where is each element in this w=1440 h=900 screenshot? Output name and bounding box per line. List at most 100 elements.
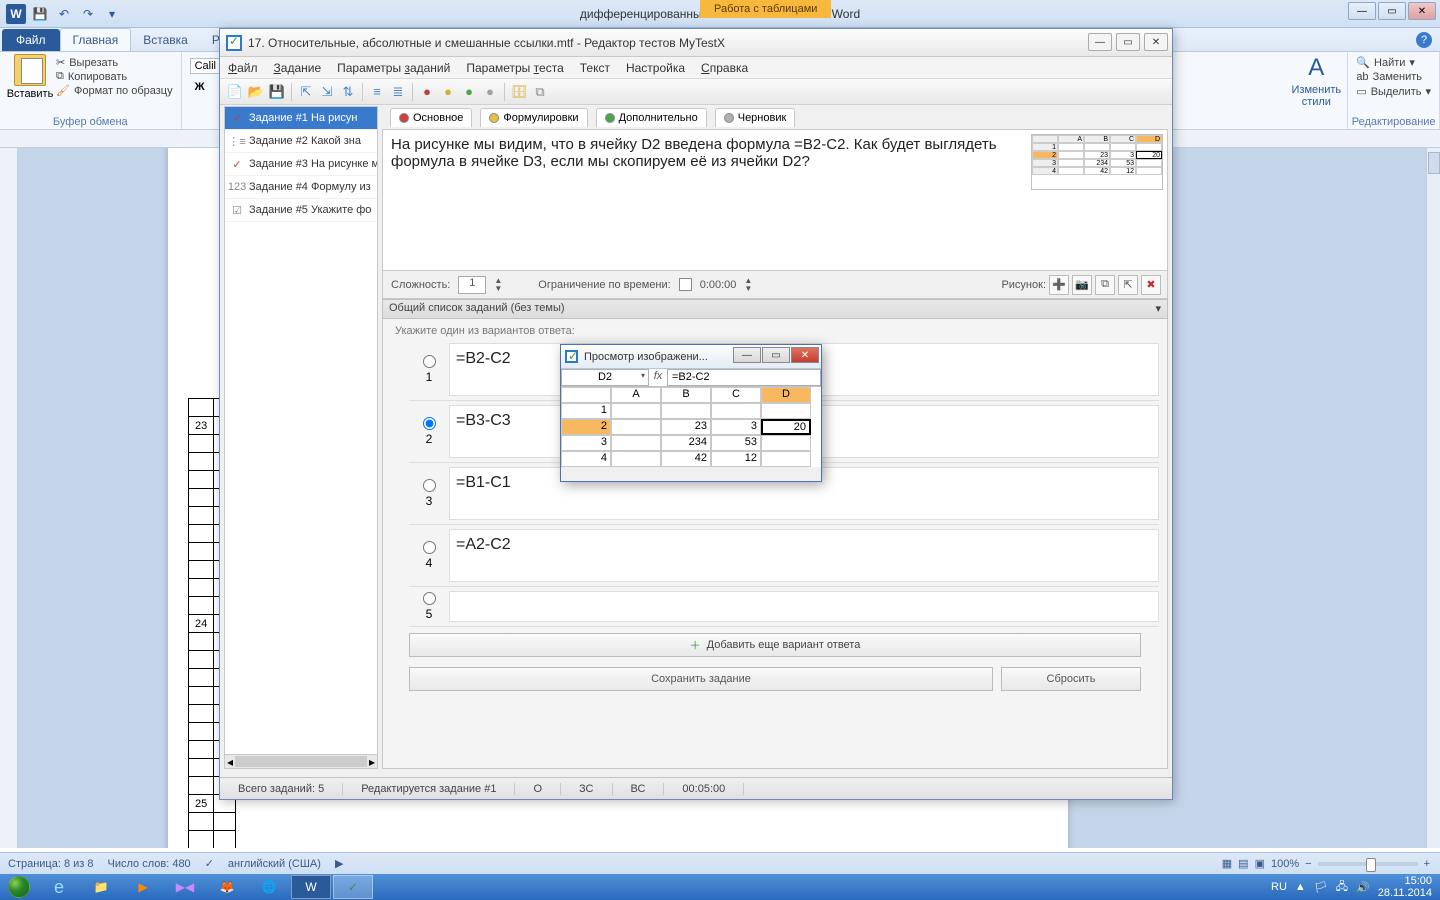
select-button[interactable]: ▭Выделить ▾ [1356, 85, 1431, 98]
qat-dropdown-icon[interactable]: ▾ [102, 4, 122, 24]
task-item-2[interactable]: ⋮≡Задание #2 Какой зна [225, 130, 377, 153]
formula-bar[interactable]: =B2-C2 [667, 369, 821, 386]
theme-selector[interactable]: Общий список заданий (без темы)▾ [382, 299, 1168, 319]
tray-lang[interactable]: RU [1271, 881, 1287, 893]
tb-tree1-icon[interactable]: ⇱ [297, 83, 315, 101]
tab-draft[interactable]: Черновик [715, 108, 796, 127]
mytestx-titlebar[interactable]: 17. Относительные, абсолютные и смешанны… [220, 29, 1172, 57]
img-copy-icon[interactable]: ⧉ [1095, 275, 1115, 295]
answer-radio-2[interactable] [423, 417, 436, 430]
task-list-scrollbar[interactable]: ◂▸ [225, 754, 377, 768]
spellcheck-icon[interactable]: ✓ [205, 857, 214, 870]
img-delete-icon[interactable]: ✖ [1141, 275, 1161, 295]
view-web-icon[interactable]: ▣ [1255, 857, 1265, 870]
tray-flag-icon[interactable]: ▲ [1295, 881, 1306, 893]
answer-radio-4[interactable] [423, 541, 436, 554]
tb-tree3-icon[interactable]: ⇅ [339, 83, 357, 101]
find-button[interactable]: 🔍Найти ▾ [1356, 56, 1431, 69]
view-print-layout-icon[interactable]: ▦ [1222, 857, 1232, 870]
page-indicator[interactable]: Страница: 8 из 8 [8, 858, 94, 870]
tray-network-icon[interactable]: 🖧 [1336, 878, 1348, 897]
img-add-icon[interactable]: ➕ [1049, 275, 1069, 295]
mtx-maximize-icon[interactable]: ▭ [1116, 33, 1140, 51]
zoom-slider[interactable] [1318, 862, 1418, 866]
tb-yellow-icon[interactable]: ● [439, 83, 457, 101]
taskbar-word-icon[interactable]: W [291, 875, 331, 899]
copy-button[interactable]: ⧉Копировать [56, 70, 173, 83]
question-thumbnail[interactable]: ABCD 1 223320 323453 44212 [1027, 130, 1167, 270]
close-icon[interactable]: ✕ [1408, 2, 1436, 20]
taskbar-explorer-icon[interactable]: 📁 [81, 875, 121, 899]
timelimit-spinner-icon[interactable]: ▲▼ [744, 277, 752, 293]
tray-clock[interactable]: 15:00 28.11.2014 [1378, 875, 1432, 899]
view-reading-icon[interactable]: ▤ [1238, 857, 1248, 870]
tab-insert[interactable]: Вставка [131, 29, 200, 51]
format-painter-button[interactable]: 🖌Формат по образцу [56, 84, 173, 97]
redo-icon[interactable]: ↷ [78, 4, 98, 24]
ruler-toggle-icon[interactable] [1428, 152, 1440, 174]
zoom-in-icon[interactable]: + [1424, 858, 1430, 870]
taskbar-media-icon[interactable]: ▶ [123, 875, 163, 899]
taskbar-ie-icon[interactable]: e [39, 875, 79, 899]
tb-db-icon[interactable]: 🗄 [510, 83, 528, 101]
tb-grey-icon[interactable]: ● [481, 83, 499, 101]
reset-button[interactable]: Сбросить [1001, 667, 1141, 691]
menu-file[interactable]: Файл [228, 61, 258, 75]
menu-test-params[interactable]: Параметры теста [466, 61, 563, 75]
cell-name-box[interactable]: D2 [561, 369, 649, 386]
tab-main[interactable]: Основное [390, 108, 472, 127]
save-task-button[interactable]: Сохранить задание [409, 667, 993, 691]
task-item-3[interactable]: ✓Задание #3 На рисунке м [225, 153, 377, 176]
tb-tree2-icon[interactable]: ⇲ [318, 83, 336, 101]
tray-volume-icon[interactable]: 🔊 [1356, 881, 1370, 894]
spreadsheet-grid[interactable]: A B C D 1 2 23 3 20 3 234 53 [561, 387, 821, 467]
minimize-icon[interactable]: — [1348, 2, 1376, 20]
img-export-icon[interactable]: ⇱ [1118, 275, 1138, 295]
question-text[interactable]: На рисунке мы видим, что в ячейку D2 вве… [383, 130, 1027, 270]
taskbar-chrome-icon[interactable]: 🌐 [249, 875, 289, 899]
vertical-ruler[interactable] [0, 148, 18, 848]
save-icon[interactable]: 💾 [30, 4, 50, 24]
tb-green-icon[interactable]: ● [460, 83, 478, 101]
answer-radio-1[interactable] [423, 355, 436, 368]
tray-action-icon[interactable]: 🏳 [1314, 881, 1328, 894]
tb-new-icon[interactable]: 📄 [226, 83, 244, 101]
tb-list1-icon[interactable]: ≡ [368, 83, 386, 101]
tb-list2-icon[interactable]: ≣ [389, 83, 407, 101]
fx-icon[interactable]: fx [649, 369, 667, 386]
tb-open-icon[interactable]: 📂 [247, 83, 265, 101]
language-indicator[interactable]: английский (США) [228, 858, 321, 870]
task-item-5[interactable]: ☑Задание #5 Укажите фо [225, 199, 377, 222]
tb-save-icon[interactable]: 💾 [268, 83, 286, 101]
add-answer-button[interactable]: ＋Добавить еще вариант ответа [409, 633, 1141, 657]
menu-help[interactable]: Справка [701, 61, 748, 75]
menu-settings[interactable]: Настройка [626, 61, 685, 75]
tb-copy-icon[interactable]: ⧉ [531, 83, 549, 101]
paste-button[interactable]: Вставить [8, 54, 52, 115]
word-count[interactable]: Число слов: 480 [108, 858, 191, 870]
zoom-level[interactable]: 100% [1271, 858, 1299, 870]
start-button[interactable] [0, 874, 38, 900]
change-styles-button[interactable]: A Изменить стили [1293, 54, 1339, 115]
menu-task[interactable]: Задание [274, 61, 322, 75]
tab-extra[interactable]: Дополнительно [596, 108, 707, 127]
preview-minimize-icon[interactable]: — [733, 347, 761, 363]
answer-text-5[interactable] [449, 591, 1159, 622]
zoom-out-icon[interactable]: − [1305, 858, 1311, 870]
taskbar-mytest-icon[interactable]: ✓ [333, 875, 373, 899]
complexity-input[interactable]: 1 [458, 276, 486, 294]
answer-radio-5[interactable] [423, 592, 436, 605]
tab-home[interactable]: Главная [60, 28, 132, 51]
tab-form[interactable]: Формулировки [480, 108, 587, 127]
tb-red-icon[interactable]: ● [418, 83, 436, 101]
file-tab[interactable]: Файл [2, 29, 60, 51]
task-item-1[interactable]: ✓Задание #1 На рисун [225, 107, 377, 130]
image-preview-titlebar[interactable]: Просмотр изображени... — ▭ ✕ [561, 345, 821, 369]
cut-button[interactable]: ✂Вырезать [56, 56, 173, 69]
taskbar-vs-icon[interactable]: ▶◀ [165, 875, 205, 899]
img-camera-icon[interactable]: 📷 [1072, 275, 1092, 295]
maximize-icon[interactable]: ▭ [1378, 2, 1406, 20]
menu-text[interactable]: Текст [580, 61, 610, 75]
task-item-4[interactable]: 123Задание #4 Формулу из [225, 176, 377, 199]
taskbar-firefox-icon[interactable]: 🦊 [207, 875, 247, 899]
